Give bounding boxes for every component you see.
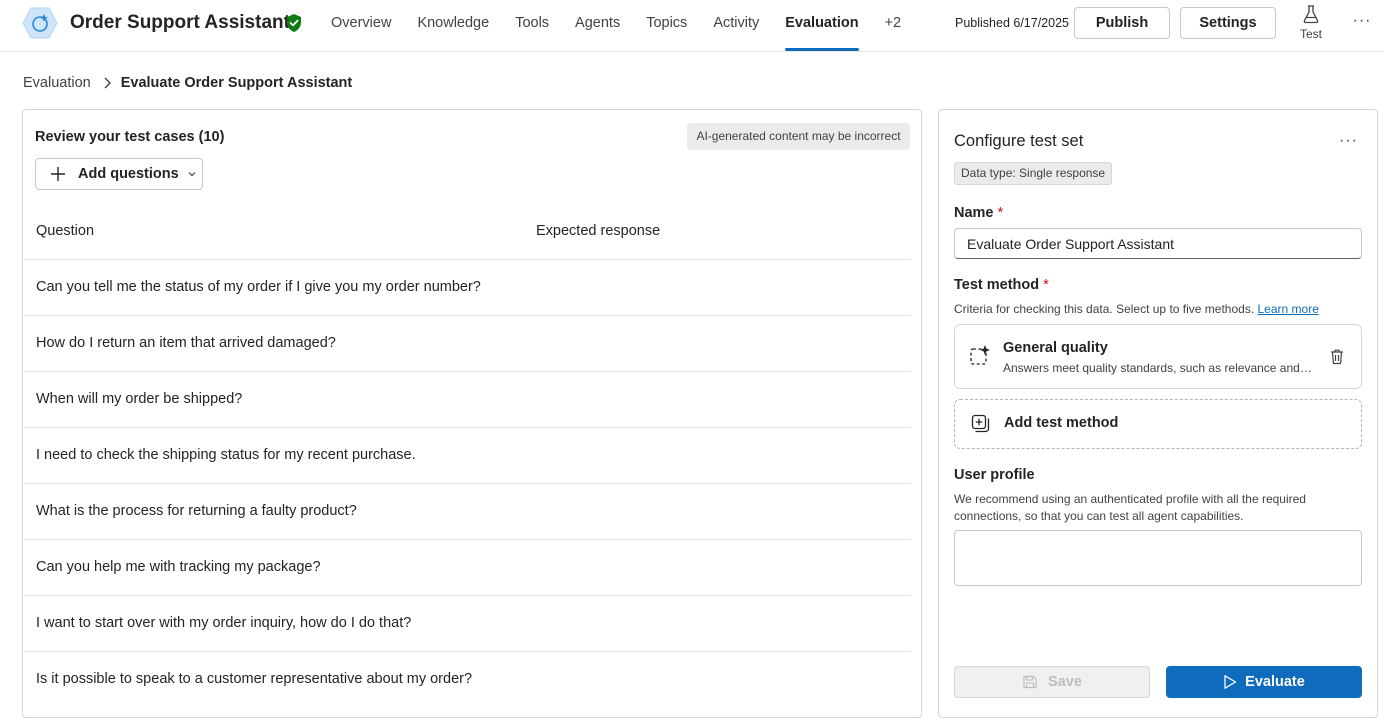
save-icon (1023, 675, 1037, 689)
agent-logo-icon[interactable] (22, 6, 58, 40)
save-label: Save (1048, 674, 1082, 690)
test-method-hint: Criteria for checking this data. Select … (954, 301, 1319, 318)
test-method-hint-text: Criteria for checking this data. Select … (954, 302, 1255, 316)
tab-topics[interactable]: Topics (633, 0, 700, 52)
table-row[interactable]: I need to check the shipping status for … (24, 427, 911, 483)
add-questions-label: Add questions (78, 166, 179, 182)
table-row[interactable]: Is it possible to speak to a customer re… (24, 651, 911, 707)
more-options-icon[interactable]: ··· (1350, 10, 1374, 34)
add-test-method-button[interactable]: Add test method (954, 399, 1362, 449)
sparkle-selection-icon (970, 345, 990, 365)
breadcrumb-evaluation-link[interactable]: Evaluation (23, 75, 91, 91)
method-card-general-quality[interactable]: General quality Answers meet quality sta… (954, 324, 1362, 389)
data-type-badge: Data type: Single response (954, 162, 1113, 185)
tab-evaluation[interactable]: Evaluation (772, 0, 871, 52)
learn-more-link[interactable]: Learn more (1258, 302, 1319, 316)
tab-knowledge[interactable]: Knowledge (404, 0, 502, 52)
ai-notice-badge: AI-generated content may be incorrect (687, 123, 910, 150)
tab-agents[interactable]: Agents (562, 0, 633, 52)
tab-tools[interactable]: Tools (502, 0, 562, 52)
table-row[interactable]: Can you help me with tracking my package… (24, 539, 911, 595)
required-marker: * (1043, 277, 1049, 293)
column-header-expected-response: Expected response (536, 223, 661, 239)
required-marker: * (997, 205, 1004, 221)
flask-icon[interactable] (1302, 4, 1320, 24)
evaluate-button[interactable]: Evaluate (1166, 666, 1362, 698)
user-profile-label: User profile (954, 467, 1035, 483)
publish-button[interactable]: Publish (1074, 7, 1170, 39)
breadcrumb-current: Evaluate Order Support Assistant (120, 75, 353, 91)
name-label: Name * (954, 205, 1003, 221)
table-row[interactable]: How do I return an item that arrived dam… (24, 315, 911, 371)
save-button[interactable]: Save (954, 666, 1150, 698)
chevron-right-icon (104, 77, 111, 89)
test-method-label: Test method * (954, 277, 1049, 293)
panel-more-icon[interactable]: ··· (1339, 132, 1358, 150)
column-header-question: Question (36, 223, 95, 239)
method-description: Answers meet quality standards, such as … (1003, 361, 1315, 375)
add-test-method-label: Add test method (1004, 415, 1119, 431)
configure-title: Configure test set (954, 132, 1084, 150)
top-bar: Order Support Assistant Overview Knowled… (0, 0, 1384, 52)
table-row[interactable]: I want to start over with my order inqui… (24, 595, 911, 651)
test-cases-table: Can you tell me the status of my order i… (24, 259, 911, 707)
method-title: General quality (1003, 340, 1108, 356)
name-input[interactable] (954, 228, 1362, 259)
user-profile-field[interactable] (954, 530, 1362, 586)
app-title: Order Support Assistant (70, 12, 290, 33)
configure-test-set-panel: Configure test set ··· Data type: Single… (938, 109, 1378, 718)
table-row[interactable]: When will my order be shipped? (24, 371, 911, 427)
tab-activity[interactable]: Activity (700, 0, 772, 52)
test-cases-title: Review your test cases (10) (35, 129, 225, 145)
breadcrumb: Evaluation Evaluate Order Support Assist… (23, 75, 352, 91)
delete-icon[interactable] (1329, 348, 1345, 365)
settings-button[interactable]: Settings (1180, 7, 1276, 39)
add-square-icon (971, 414, 990, 433)
add-questions-button[interactable]: Add questions (35, 158, 203, 190)
published-status: Published 6/17/2025 (955, 16, 1069, 30)
play-icon (1224, 675, 1237, 689)
tab-overview[interactable]: Overview (318, 0, 404, 52)
main-nav: Overview Knowledge Tools Agents Topics A… (318, 0, 914, 52)
evaluate-label: Evaluate (1245, 674, 1305, 690)
plus-icon (51, 167, 65, 181)
table-row[interactable]: Can you tell me the status of my order i… (24, 259, 911, 315)
user-profile-hint: We recommend using an authenticated prof… (954, 492, 1306, 523)
chevron-down-icon (188, 172, 196, 177)
tab-overflow[interactable]: +2 (872, 0, 915, 52)
verified-shield-icon (287, 14, 301, 32)
name-label-text: Name (954, 205, 994, 221)
test-button-label[interactable]: Test (1293, 27, 1329, 41)
test-method-label-text: Test method (954, 277, 1040, 293)
test-cases-panel: Review your test cases (10) AI-generated… (22, 109, 922, 718)
table-row[interactable]: What is the process for returning a faul… (24, 483, 911, 539)
